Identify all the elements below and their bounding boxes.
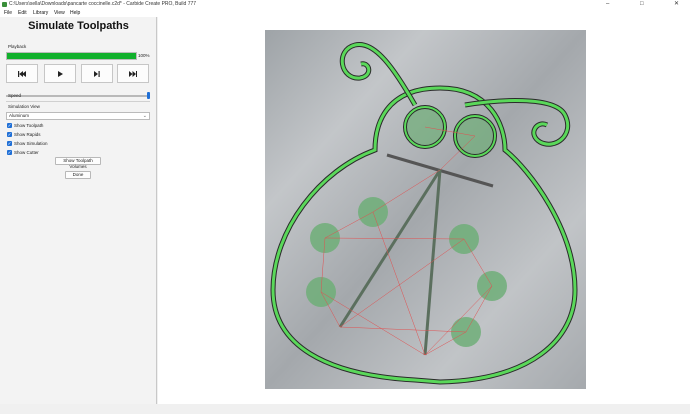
progress-text: 100%	[138, 53, 150, 58]
progress-fill	[7, 53, 136, 59]
speed-slider-handle[interactable]	[147, 92, 150, 99]
fast-forward-button[interactable]	[117, 64, 149, 83]
menu-help[interactable]: Help	[70, 9, 80, 17]
panel-title: Simulate Toolpaths	[28, 20, 129, 32]
app-icon	[2, 2, 7, 7]
show-cutter-checkbox[interactable]: ✓	[7, 150, 12, 155]
playback-label: Playback	[8, 44, 27, 49]
play-icon	[58, 70, 63, 77]
menu-file[interactable]: File	[4, 9, 12, 17]
skip-back-icon	[18, 70, 26, 77]
material-select-value: Aluminum	[9, 113, 30, 118]
show-toolpath-checkbox[interactable]: ✓	[7, 123, 12, 128]
material-select[interactable]: Aluminum ⌄	[6, 112, 150, 120]
skip-forward-icon	[94, 70, 100, 77]
step-forward-button[interactable]	[81, 64, 113, 83]
show-toolpath-label: Show Toolpath	[14, 123, 44, 128]
menu-bar: File Edit Library View Help	[0, 9, 690, 17]
simulate-panel: Simulate Toolpaths Playback 100% Speed S…	[0, 17, 157, 404]
minimize-button[interactable]: –	[606, 0, 609, 9]
show-simulation-checkbox[interactable]: ✓	[7, 141, 12, 146]
stock-material	[265, 30, 586, 389]
window-title: C:\Users\sella\Downloads\pancarte coccin…	[9, 1, 197, 7]
done-button[interactable]: Done	[65, 171, 91, 179]
menu-view[interactable]: View	[54, 9, 65, 17]
menu-edit[interactable]: Edit	[18, 9, 27, 17]
chevron-down-icon: ⌄	[142, 113, 147, 119]
close-button[interactable]: ✕	[674, 0, 679, 9]
menu-library[interactable]: Library	[33, 9, 48, 17]
show-rapids-checkbox[interactable]: ✓	[7, 132, 12, 137]
show-rapids-label: Show Rapids	[14, 132, 41, 137]
speed-slider[interactable]	[6, 95, 150, 97]
title-bar: C:\Users\sella\Downloads\pancarte coccin…	[0, 0, 690, 9]
show-cutter-label: Show Cutter	[14, 150, 39, 155]
maximize-button[interactable]: □	[640, 0, 644, 9]
fast-forward-icon	[129, 70, 137, 77]
show-toolpath-volumes-button[interactable]: Show Toolpath Volumes	[55, 157, 101, 169]
speed-label: Speed	[8, 93, 22, 98]
rewind-button[interactable]	[6, 64, 38, 83]
show-simulation-label: Show Simulation	[14, 141, 48, 146]
divider	[6, 101, 150, 102]
play-button[interactable]	[44, 64, 76, 83]
progress-bar	[6, 52, 137, 60]
simulation-view-label: Simulation View	[8, 104, 40, 109]
